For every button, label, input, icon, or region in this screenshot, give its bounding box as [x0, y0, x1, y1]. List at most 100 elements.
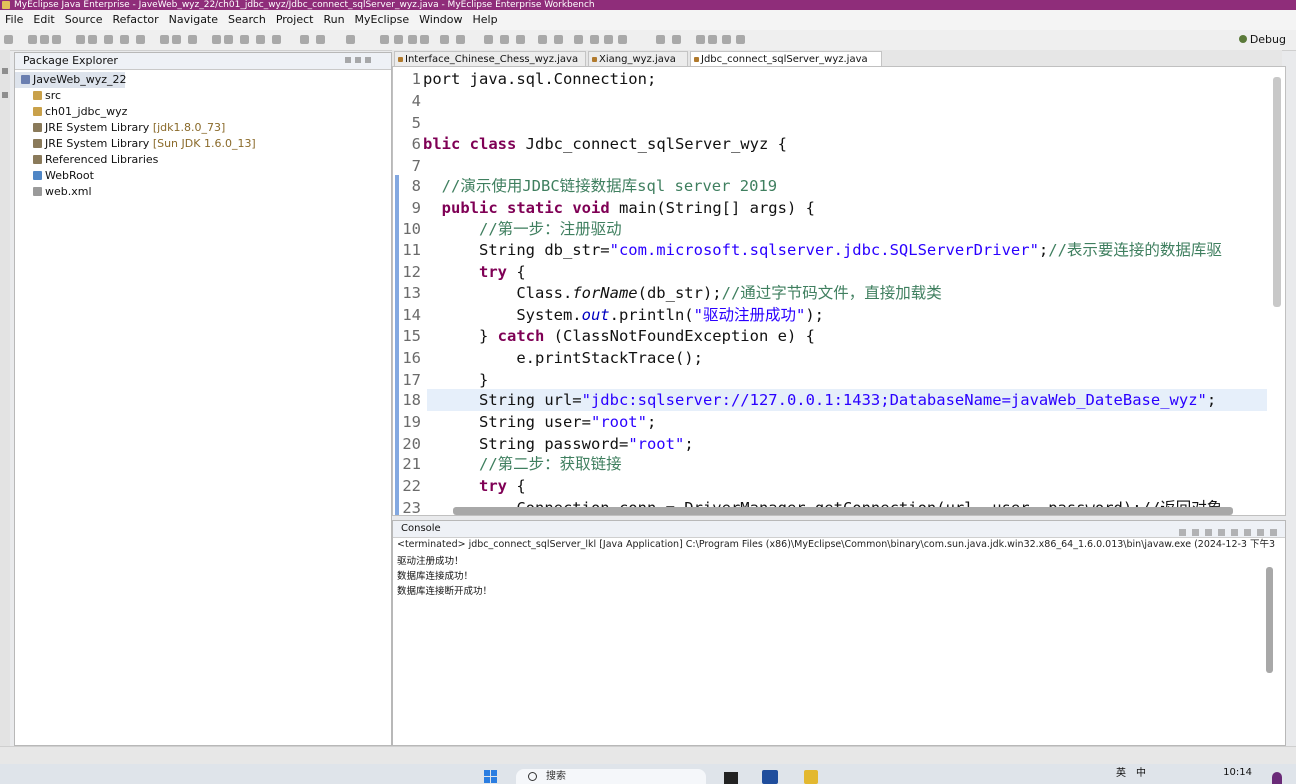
- toolbar-icon[interactable]: [456, 35, 465, 44]
- windows-start-icon[interactable]: [484, 770, 498, 784]
- code-line[interactable]: 1 port java.sql.Connection;: [393, 68, 1273, 90]
- menu-run[interactable]: Run: [318, 10, 349, 30]
- editor-horizontal-scrollbar[interactable]: [453, 507, 1233, 515]
- menu-refactor[interactable]: Refactor: [108, 10, 164, 30]
- toolbar-icon[interactable]: [408, 35, 417, 44]
- link-icon[interactable]: [355, 57, 361, 63]
- code-line[interactable]: 12 try {: [393, 261, 1273, 283]
- toolbar-icon[interactable]: [538, 35, 547, 44]
- tab-interface-chinese-chess[interactable]: Interface_Chinese_Chess_wyz.java: [394, 51, 586, 66]
- toolbar-icon[interactable]: [52, 35, 61, 44]
- toolbar-icon[interactable]: [420, 35, 429, 44]
- package-explorer-header[interactable]: Package Explorer: [15, 53, 391, 70]
- code-line[interactable]: 9 public static void main(String[] args)…: [393, 197, 1273, 219]
- minimize-icon[interactable]: [365, 57, 371, 63]
- code-editor[interactable]: 1 port java.sql.Connection; 4 5 6 blic class …: [392, 66, 1286, 516]
- input-method-zh[interactable]: 中: [1136, 768, 1146, 779]
- code-line[interactable]: 18 String url="jdbc:sqlserver://127.0.0.…: [393, 389, 1273, 411]
- taskbar-app-icon[interactable]: [724, 772, 738, 784]
- toolbar-icon[interactable]: [604, 35, 613, 44]
- toolbar-icon[interactable]: [120, 35, 129, 44]
- tab-xiang[interactable]: Xiang_wyz.java: [588, 51, 688, 66]
- code-line[interactable]: 5: [393, 112, 1273, 134]
- tree-item-src[interactable]: src: [15, 88, 391, 104]
- toolbar-icon[interactable]: [224, 35, 233, 44]
- toolbar-icon[interactable]: [618, 35, 627, 44]
- code-line[interactable]: 10 //第一步：注册驱动: [393, 218, 1273, 240]
- code-line[interactable]: 11 String db_str="com.microsoft.sqlserve…: [393, 239, 1273, 261]
- scroll-lock-icon[interactable]: [1218, 529, 1225, 536]
- menu-project[interactable]: Project: [271, 10, 319, 30]
- input-method-en[interactable]: 英: [1116, 768, 1126, 779]
- toolbar-icon[interactable]: [554, 35, 563, 44]
- code-line[interactable]: 7: [393, 155, 1273, 177]
- menu-edit[interactable]: Edit: [28, 10, 59, 30]
- code-line[interactable]: 16 e.printStackTrace();: [393, 347, 1273, 369]
- toolbar-icon[interactable]: [346, 35, 355, 44]
- tree-item-web-xml[interactable]: web.xml: [15, 184, 391, 200]
- minimized-view-icon[interactable]: [2, 92, 8, 98]
- menu-myeclipse[interactable]: MyEclipse: [350, 10, 415, 30]
- maximize-icon[interactable]: [1270, 529, 1277, 536]
- toolbar-icon[interactable]: [40, 35, 49, 44]
- menu-source[interactable]: Source: [60, 10, 108, 30]
- toolbar-icon[interactable]: [516, 35, 525, 44]
- tree-item-jre-library[interactable]: JRE System Library [jdk1.8.0_73]: [15, 120, 391, 136]
- toolbar-icon[interactable]: [88, 35, 97, 44]
- toolbar-icon[interactable]: [500, 35, 509, 44]
- display-console-icon[interactable]: [1244, 529, 1251, 536]
- clear-console-icon[interactable]: [1205, 529, 1212, 536]
- toolbar-icon[interactable]: [316, 35, 325, 44]
- toolbar-icon[interactable]: [104, 35, 113, 44]
- file-explorer-taskbar-icon[interactable]: [804, 770, 818, 784]
- toolbar-icon[interactable]: [590, 35, 599, 44]
- debug-perspective-button[interactable]: Debug: [1235, 32, 1290, 48]
- tree-item-project[interactable]: JaveWeb_wyz_22: [15, 72, 127, 88]
- menu-window[interactable]: Window: [414, 10, 467, 30]
- minimize-icon[interactable]: [1257, 529, 1264, 536]
- toolbar-icon[interactable]: [736, 35, 745, 44]
- code-line[interactable]: 6 blic class Jdbc_connect_sqlServer_wyz {: [393, 133, 1273, 155]
- toolbar-icon[interactable]: [172, 35, 181, 44]
- toolbar-icon[interactable]: [300, 35, 309, 44]
- console-output[interactable]: 驱动注册成功！ 数据库连接成功！ 数据库连接断开成功！: [393, 554, 1285, 599]
- toolbar-icon[interactable]: [28, 35, 37, 44]
- toolbar-icon[interactable]: [256, 35, 265, 44]
- console-header[interactable]: Console: [393, 521, 1285, 538]
- toolbar-icon[interactable]: [4, 35, 13, 44]
- minimized-view-icon[interactable]: [2, 68, 8, 74]
- toolbar-icon[interactable]: [380, 35, 389, 44]
- remove-launch-icon[interactable]: [1192, 529, 1199, 536]
- tree-item-jre-library[interactable]: JRE System Library [Sun JDK 1.6.0_13]: [15, 136, 391, 152]
- code-line[interactable]: 13 Class.forName(db_str);//通过字节码文件，直接加载类: [393, 282, 1273, 304]
- code-line[interactable]: 14 System.out.println("驱动注册成功");: [393, 304, 1273, 326]
- code-line[interactable]: 15 } catch (ClassNotFoundException e) {: [393, 325, 1273, 347]
- code-line[interactable]: 22 try {: [393, 475, 1273, 497]
- tree-item-package[interactable]: ch01_jdbc_wyz: [15, 104, 391, 120]
- tree-item-referenced-libraries[interactable]: Referenced Libraries: [15, 152, 391, 168]
- code-line[interactable]: 17 }: [393, 369, 1273, 391]
- menu-navigate[interactable]: Navigate: [164, 10, 223, 30]
- collapse-icon[interactable]: [345, 57, 351, 63]
- toolbar-icon[interactable]: [394, 35, 403, 44]
- toolbar-icon[interactable]: [484, 35, 493, 44]
- toolbar-icon[interactable]: [656, 35, 665, 44]
- tab-jdbc-connect[interactable]: Jdbc_connect_sqlServer_wyz.java: [690, 51, 882, 66]
- toolbar-icon[interactable]: [672, 35, 681, 44]
- toolbar-icon[interactable]: [696, 35, 705, 44]
- toolbar-icon[interactable]: [272, 35, 281, 44]
- toolbar-icon[interactable]: [722, 35, 731, 44]
- code-line[interactable]: 8 //演示使用JDBC链接数据库sql server 2019: [393, 175, 1273, 197]
- menu-search[interactable]: Search: [223, 10, 271, 30]
- user-avatar[interactable]: [1272, 772, 1282, 784]
- toolbar-icon[interactable]: [136, 35, 145, 44]
- myeclipse-taskbar-icon[interactable]: [762, 770, 778, 784]
- toolbar-icon[interactable]: [188, 35, 197, 44]
- menu-help[interactable]: Help: [468, 10, 503, 30]
- code-line[interactable]: 19 String user="root";: [393, 411, 1273, 433]
- editor-vertical-scrollbar[interactable]: [1273, 77, 1281, 307]
- toolbar-icon[interactable]: [76, 35, 85, 44]
- terminate-icon[interactable]: [1179, 529, 1186, 536]
- taskbar-search[interactable]: 搜索: [516, 769, 706, 784]
- toolbar-icon[interactable]: [212, 35, 221, 44]
